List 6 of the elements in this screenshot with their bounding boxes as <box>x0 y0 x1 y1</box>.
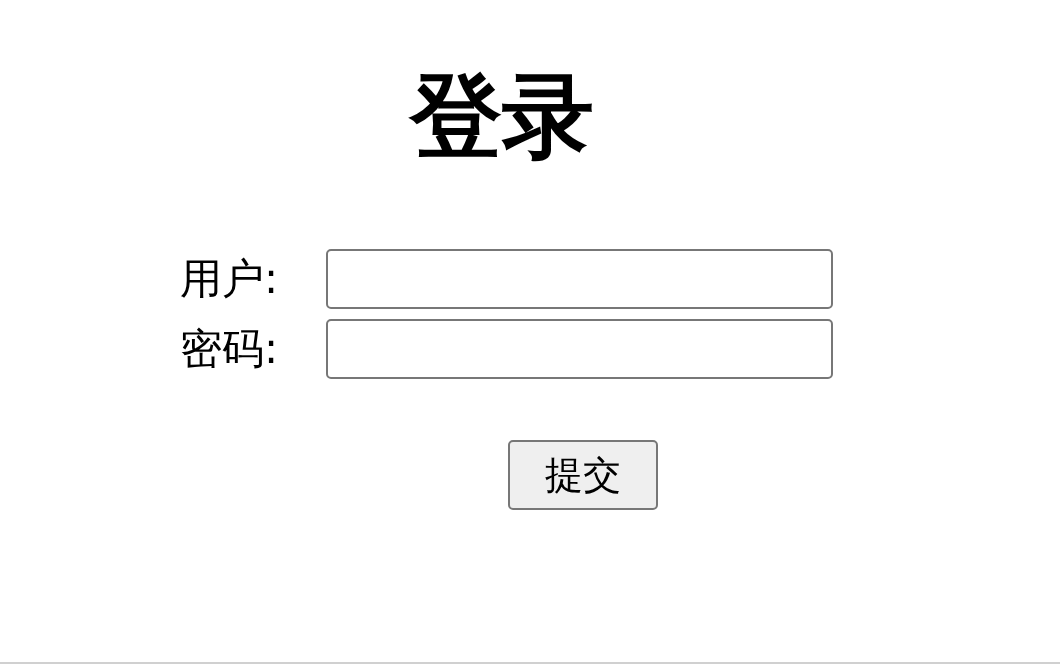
submit-button[interactable]: 提交 <box>508 440 658 510</box>
field-label: 密码: <box>180 323 280 375</box>
input-field[interactable] <box>326 319 833 379</box>
field-label: 用户: <box>180 253 280 305</box>
input-field[interactable] <box>326 249 833 309</box>
login-title: 登录 <box>410 62 594 172</box>
